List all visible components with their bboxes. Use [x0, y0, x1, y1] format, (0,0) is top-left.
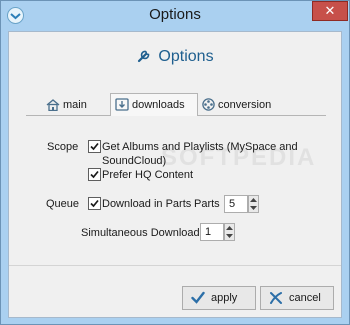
parts-down-arrow[interactable] [249, 204, 258, 212]
parts-up-arrow[interactable] [249, 196, 258, 204]
simultaneous-downloads-value[interactable]: 1 [200, 223, 224, 241]
parts-spinner[interactable]: 5 [224, 195, 260, 213]
check-mark-icon [90, 199, 99, 208]
download-icon [115, 98, 129, 111]
arrow-up-icon [226, 226, 233, 230]
house-icon [46, 99, 60, 112]
parts-label: Parts [194, 198, 220, 210]
cancel-x-icon [270, 292, 282, 304]
close-button[interactable]: ✕ [312, 1, 348, 21]
check-icon [191, 291, 205, 304]
tab-conversion-label: conversion [218, 99, 272, 111]
window-title: Options [149, 6, 201, 23]
simultaneous-spin-arrows [224, 223, 235, 241]
tab-downloads-label: downloads [132, 99, 185, 111]
film-reel-icon [202, 98, 215, 111]
footer-divider [9, 265, 341, 266]
queue-label: Queue [46, 198, 80, 210]
options-header: Options [9, 46, 341, 69]
download-in-parts-checkbox[interactable] [88, 197, 101, 210]
prefer-hq-checkbox[interactable] [88, 168, 101, 181]
check-mark-icon [90, 142, 99, 151]
tab-downloads[interactable]: downloads [110, 93, 198, 116]
simultaneous-down-arrow[interactable] [225, 232, 234, 240]
title-bar[interactable]: Options ✕ [1, 1, 349, 31]
simultaneous-downloads-spinner[interactable]: 1 [200, 223, 236, 241]
arrow-down-icon [226, 234, 233, 238]
check-mark-icon [90, 170, 99, 179]
options-panel: Options main downloads conversion SOFTPE… [8, 31, 342, 318]
cancel-button[interactable]: cancel [260, 286, 334, 310]
tab-conversion[interactable]: conversion [202, 95, 284, 115]
simultaneous-downloads-label: Simultaneous Downloads [81, 227, 206, 239]
simultaneous-up-arrow[interactable] [225, 224, 234, 232]
arrow-down-icon [250, 206, 257, 210]
cancel-button-label: cancel [289, 292, 321, 304]
wrench-icon [136, 46, 154, 69]
options-window: Options ✕ Options main downloads convers… [0, 0, 350, 325]
get-albums-checkbox[interactable] [88, 140, 101, 153]
arrow-up-icon [250, 198, 257, 202]
download-in-parts-label[interactable]: Download in Parts [102, 197, 191, 211]
tab-strip: main downloads conversion [26, 93, 326, 116]
tab-main-label: main [63, 99, 87, 111]
get-albums-label[interactable]: Get Albums and Playlists (MySpace and So… [102, 140, 341, 168]
parts-spin-arrows [248, 195, 259, 213]
parts-value[interactable]: 5 [224, 195, 248, 213]
apply-button-label: apply [211, 292, 238, 304]
prefer-hq-label[interactable]: Prefer HQ Content [102, 168, 193, 182]
scope-label: Scope [47, 141, 79, 153]
options-heading: Options [158, 48, 214, 65]
apply-button[interactable]: apply [182, 286, 256, 310]
tab-main[interactable]: main [46, 95, 106, 115]
